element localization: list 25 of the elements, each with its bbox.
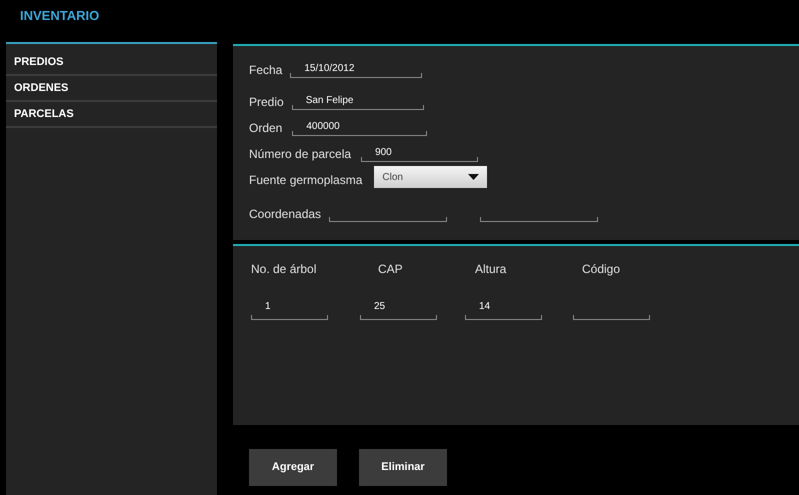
input-field[interactable]: 14 [465,300,542,320]
field-label: Coordenadas [249,206,322,222]
input-field[interactable]: 1 [251,300,328,320]
action-button[interactable]: Agregar [249,449,337,486]
field-label: Fecha [249,62,282,78]
input-field[interactable]: 900 [361,146,478,162]
input-field[interactable]: 25 [360,300,437,320]
app-title: INVENTARIO [20,7,100,26]
input-field[interactable]: 400000 [292,120,428,136]
dropdown[interactable]: Clon [374,166,488,188]
sidebar-item[interactable]: PARCELAS [6,102,217,128]
sidebar-item[interactable]: ORDENES [6,76,217,102]
sidebar-item[interactable]: PREDIOS [6,50,217,76]
field-label: Fuente germoplasma [249,172,362,188]
column-header: Altura [475,261,506,278]
input-field[interactable]: San Felipe [292,94,424,110]
input-field[interactable]: 15/10/2012 [290,62,422,78]
action-button[interactable]: Eliminar [359,449,447,486]
column-header: CAP [378,261,403,278]
field-label: Orden [249,120,282,136]
column-header: No. de árbol [251,261,316,278]
caret-icon [468,174,480,180]
column-header: Código [582,261,620,278]
field-label: Predio [249,94,284,110]
field-label: Número de parcela [249,146,352,162]
